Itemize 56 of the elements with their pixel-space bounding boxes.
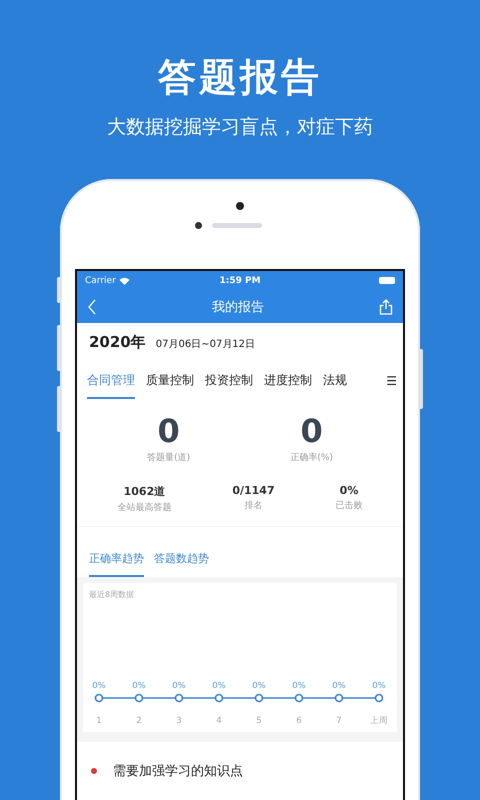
- axis-label: 4: [216, 716, 222, 726]
- data-point: [174, 694, 184, 702]
- carrier-label: Carrier: [85, 276, 116, 286]
- stat-label: 全站最高答题: [117, 502, 172, 514]
- axis-label: 2: [136, 716, 142, 726]
- axis-label: 5: [256, 716, 262, 726]
- stat-value: 0: [157, 413, 180, 449]
- nav-title: 我的报告: [211, 298, 265, 316]
- stat-label: 排名: [244, 500, 262, 512]
- data-label: 0%: [372, 681, 386, 691]
- wifi-icon: [118, 276, 130, 284]
- data-label: 0%: [252, 681, 266, 691]
- data-label: 0%: [172, 681, 186, 691]
- stat-label: 正确率(%): [290, 452, 333, 464]
- stat-value: 0%: [340, 484, 358, 497]
- data-point: [94, 694, 104, 702]
- section-title: 需要加强学习的知识点: [113, 763, 243, 780]
- year-label: 2020年: [89, 333, 146, 352]
- back-icon[interactable]: [87, 298, 97, 314]
- front-sensor: [236, 202, 244, 210]
- data-point: [294, 694, 304, 702]
- data-label: 0%: [132, 681, 146, 691]
- subtitle: 大数据挖掘学习盲点，对症下药: [107, 115, 373, 140]
- category-tab[interactable]: 投资控制: [205, 366, 253, 399]
- category-tab[interactable]: 进度控制: [264, 366, 312, 399]
- axis-label: 上周: [370, 716, 388, 726]
- data-label: 0%: [92, 681, 106, 691]
- data-label: 0%: [212, 681, 226, 691]
- data-label: 0%: [332, 681, 346, 691]
- share-icon[interactable]: [379, 298, 393, 314]
- axis-label: 7: [336, 716, 342, 726]
- data-point: [374, 694, 384, 702]
- data-point: [214, 694, 224, 702]
- axis-label: 3: [176, 716, 182, 726]
- status-time: 1:59 PM: [219, 276, 261, 286]
- category-tab[interactable]: 法规: [323, 366, 347, 399]
- stat-label: 已击败: [336, 500, 363, 512]
- trend-tab[interactable]: 答题数趋势: [154, 547, 209, 577]
- camera: [194, 222, 202, 229]
- stat-value: 1062道: [124, 484, 166, 499]
- data-point: [334, 694, 344, 702]
- chart-caption: 最近8周数据: [89, 589, 136, 600]
- date-range: 07月06日~07月12日: [156, 338, 256, 351]
- data-point: [254, 694, 264, 702]
- axis-label: 6: [296, 716, 302, 726]
- data-label: 0%: [292, 681, 306, 691]
- stat-value: 0: [300, 413, 323, 449]
- speaker-grille: [212, 223, 262, 228]
- axis-label: 1: [96, 716, 102, 726]
- category-tab[interactable]: 合同管理: [87, 366, 135, 399]
- battery-icon: [379, 277, 396, 284]
- headline: 答题报告: [158, 54, 322, 101]
- category-tab[interactable]: 质量控制: [146, 366, 194, 399]
- stat-label: 答题量(道): [147, 452, 190, 464]
- data-point: [134, 694, 144, 702]
- stat-value: 0/1147: [232, 484, 275, 497]
